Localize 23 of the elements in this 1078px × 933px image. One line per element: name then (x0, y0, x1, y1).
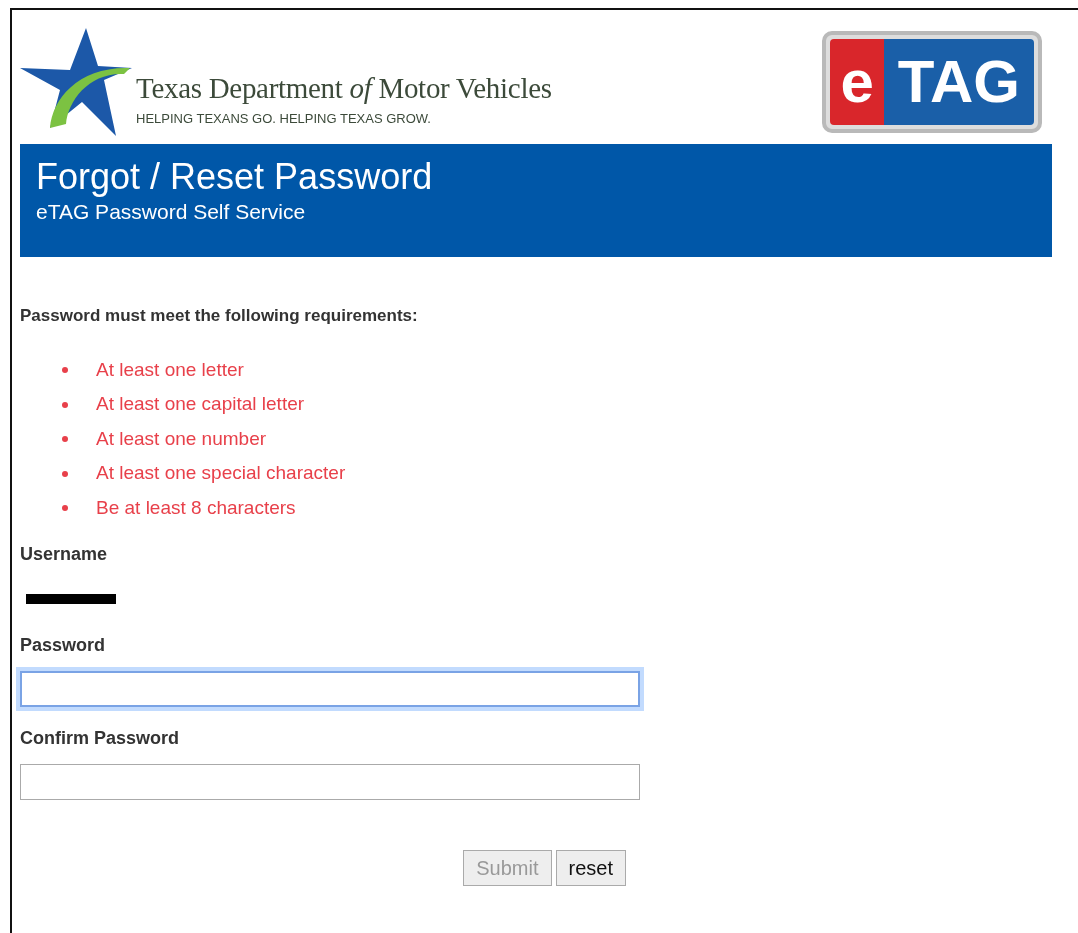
input-field[interactable] (20, 764, 640, 801)
requirement-text: At least one special character (96, 461, 346, 486)
bullet-icon (62, 505, 68, 512)
page-title: Forgot / Reset Password (36, 158, 434, 196)
field-label: Password (20, 634, 107, 658)
field-label: Confirm Password (20, 727, 181, 751)
requirement-text: At least one number (96, 426, 267, 451)
bullet-icon (62, 470, 68, 477)
button[interactable]: reset (555, 850, 626, 887)
field-label: Username (20, 543, 109, 567)
agency-tagline: HELPING TEXANS GO. HELPING TEXAS GROW. (136, 109, 432, 128)
page-subtitle: eTAG Password Self Service (36, 198, 307, 225)
star-logo-icon (20, 28, 132, 136)
bullet-icon (62, 436, 68, 443)
requirement-text: Be at least 8 characters (96, 495, 296, 520)
agency-name: Texas Department of Motor Vehicles (136, 73, 552, 103)
bullet-icon (62, 401, 68, 408)
requirements-heading: Password must meet the following requirements: (20, 305, 419, 328)
requirement-text: At least one capital letter (96, 392, 305, 417)
bullet-icon (62, 367, 68, 374)
etag-logo: e TAG (822, 31, 1042, 133)
input-field[interactable] (20, 671, 640, 708)
requirement-text: At least one letter (96, 357, 244, 382)
